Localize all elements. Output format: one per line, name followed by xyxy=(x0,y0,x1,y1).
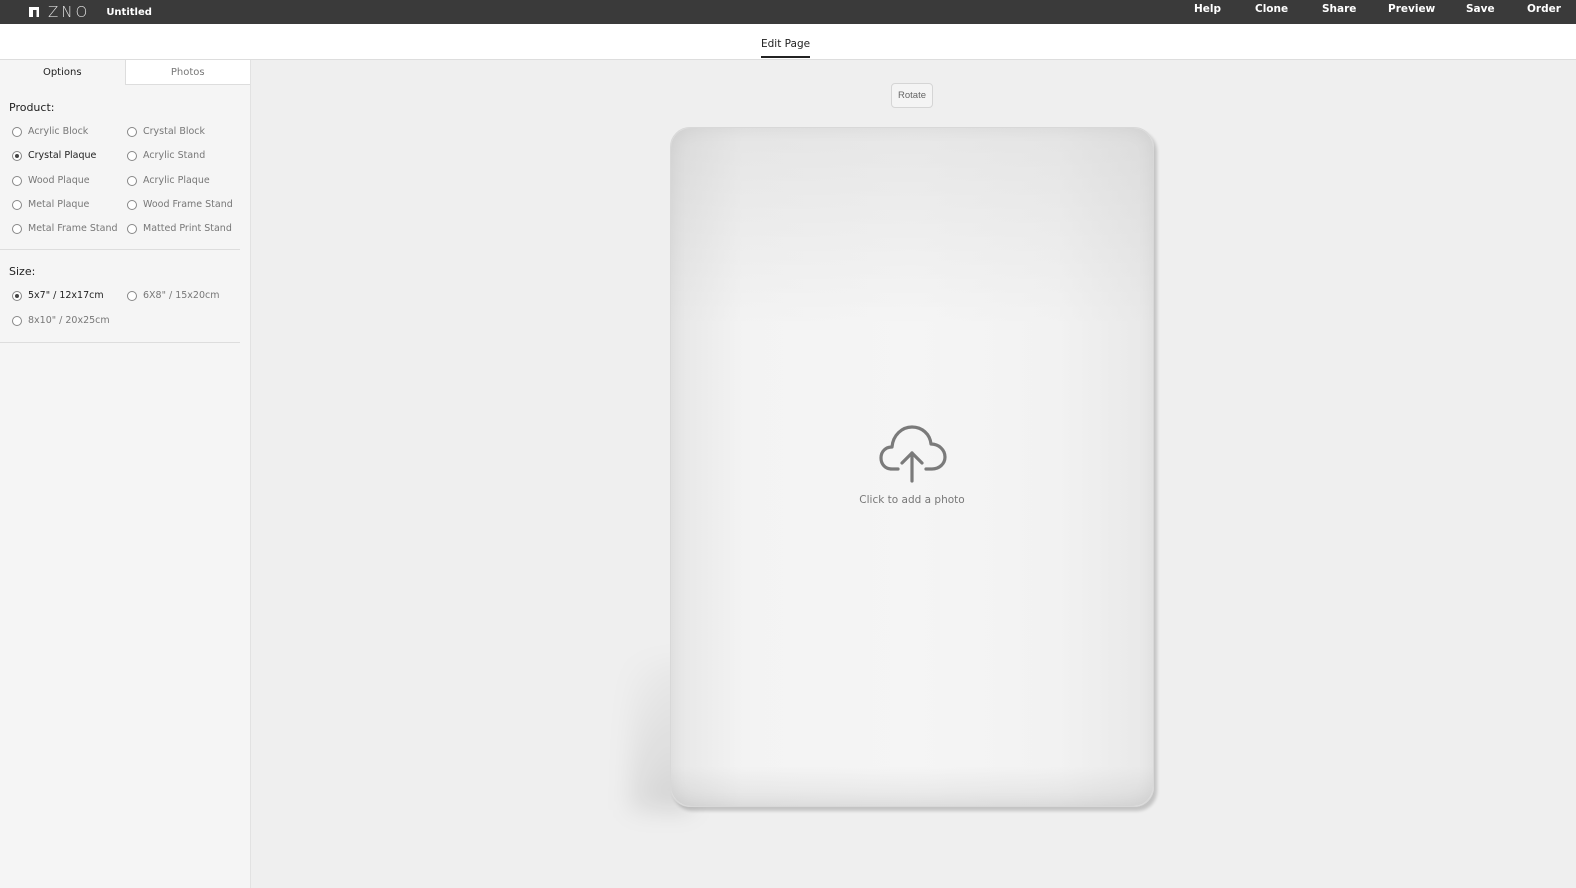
option-label: Crystal Block xyxy=(143,126,206,137)
preview-button[interactable]: Preview xyxy=(1388,3,1435,15)
radio-button-selected[interactable] xyxy=(12,290,22,301)
size-option-6x8[interactable]: 6X8" / 15x20cm xyxy=(127,290,219,301)
clone-button[interactable]: Clone xyxy=(1255,3,1288,15)
options-sidebar: Options Photos Product: Acrylic Block Cr… xyxy=(0,60,251,888)
help-button[interactable]: Help xyxy=(1194,3,1221,15)
radio-button[interactable] xyxy=(127,290,137,301)
tab-photos[interactable]: Photos xyxy=(124,60,250,85)
page-tab-bar: Edit Page xyxy=(0,24,1576,60)
product-option-acrylic-stand[interactable]: Acrylic Stand xyxy=(127,150,205,161)
product-option-crystal-block[interactable]: Crystal Block xyxy=(127,126,205,137)
logo-icon xyxy=(29,7,39,17)
document-title[interactable]: Untitled xyxy=(106,7,152,18)
logo-text: ZNO xyxy=(48,3,91,21)
option-label: Metal Frame Stand xyxy=(28,223,118,234)
option-label: Matted Print Stand xyxy=(143,223,232,234)
cloud-upload-icon[interactable] xyxy=(878,423,948,483)
product-option-matted-print-stand[interactable]: Matted Print Stand xyxy=(127,223,232,234)
radio-button[interactable] xyxy=(12,315,22,326)
tab-options[interactable]: Options xyxy=(0,60,125,85)
divider xyxy=(0,342,240,343)
radio-button[interactable] xyxy=(127,150,137,161)
radio-button[interactable] xyxy=(12,126,22,137)
radio-button[interactable] xyxy=(127,223,137,234)
tab-edit-page[interactable]: Edit Page xyxy=(761,38,810,58)
option-label: Metal Plaque xyxy=(28,199,90,210)
share-button[interactable]: Share xyxy=(1322,3,1356,15)
option-label: 8x10" / 20x25cm xyxy=(28,315,110,326)
radio-button[interactable] xyxy=(127,199,137,210)
option-label: Wood Plaque xyxy=(28,175,90,186)
radio-button[interactable] xyxy=(12,199,22,210)
crystal-plaque-preview[interactable]: Click to add a photo xyxy=(670,127,1154,807)
save-button[interactable]: Save xyxy=(1466,3,1495,15)
logo[interactable]: ZNO xyxy=(28,0,90,24)
radio-button[interactable] xyxy=(12,223,22,234)
option-label: 5x7" / 12x17cm xyxy=(28,290,104,301)
size-option-8x10[interactable]: 8x10" / 20x25cm xyxy=(12,315,110,326)
product-section-title: Product: xyxy=(9,101,55,114)
product-option-wood-frame-stand[interactable]: Wood Frame Stand xyxy=(127,199,233,210)
product-option-crystal-plaque[interactable]: Crystal Plaque xyxy=(12,150,96,161)
sidebar-tabs: Options Photos xyxy=(0,60,250,85)
size-option-5x7[interactable]: 5x7" / 12x17cm xyxy=(12,290,104,301)
upload-prompt[interactable]: Click to add a photo xyxy=(671,494,1153,506)
radio-button[interactable] xyxy=(127,175,137,186)
divider xyxy=(0,249,240,250)
option-label: Crystal Plaque xyxy=(28,150,97,161)
radio-button-selected[interactable] xyxy=(12,150,22,161)
top-bar: ZNO Untitled Help Clone Share Preview Sa… xyxy=(0,0,1576,24)
radio-button[interactable] xyxy=(127,126,137,137)
product-option-acrylic-block[interactable]: Acrylic Block xyxy=(12,126,88,137)
product-option-acrylic-plaque[interactable]: Acrylic Plaque xyxy=(127,175,210,186)
option-label: Wood Frame Stand xyxy=(143,199,233,210)
option-label: 6X8" / 15x20cm xyxy=(143,290,220,301)
option-label: Acrylic Block xyxy=(28,126,89,137)
order-button[interactable]: Order xyxy=(1527,3,1561,15)
plaque-edge xyxy=(671,766,1153,806)
product-option-metal-frame-stand[interactable]: Metal Frame Stand xyxy=(12,223,118,234)
rotate-button[interactable]: Rotate xyxy=(891,83,933,108)
size-section-title: Size: xyxy=(9,265,36,278)
option-label: Acrylic Stand xyxy=(143,150,206,161)
plaque-highlight xyxy=(671,128,1153,328)
radio-button[interactable] xyxy=(12,175,22,186)
product-option-wood-plaque[interactable]: Wood Plaque xyxy=(12,175,90,186)
option-label: Acrylic Plaque xyxy=(143,175,210,186)
product-option-metal-plaque[interactable]: Metal Plaque xyxy=(12,199,89,210)
